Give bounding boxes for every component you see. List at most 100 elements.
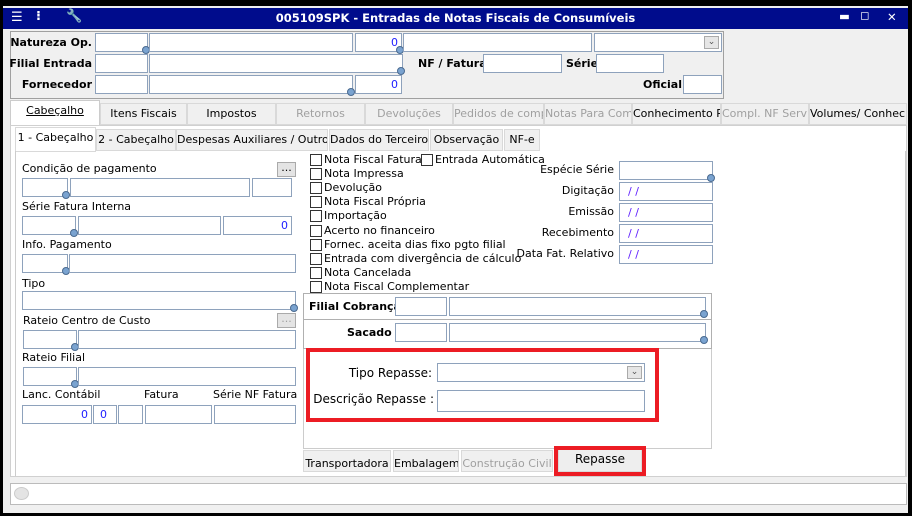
condicao-code-input[interactable] [22, 178, 70, 199]
fornecedor-desc-input[interactable] [149, 75, 355, 96]
descricao-repasse-input[interactable] [437, 390, 645, 412]
fatura-input[interactable] [145, 405, 212, 424]
checkbox[interactable] [310, 210, 322, 223]
tab-compl-nf[interactable]: Compl. NF Serviço [721, 103, 809, 125]
checkbox-label: Nota Cancelada [324, 265, 412, 279]
condicao-extra-input[interactable] [252, 178, 292, 197]
lanc-contabil-input-1[interactable]: 0 [22, 405, 92, 424]
tab-conhecimento[interactable]: Conhecimento Re [632, 103, 721, 125]
filial-cobranca-desc-input[interactable] [449, 297, 708, 318]
tab-retornos[interactable]: Retornos [276, 103, 365, 125]
rateio-filial-label: Rateio Filial [22, 351, 85, 364]
serie-input[interactable] [596, 54, 664, 73]
lanc-contabil-input-2[interactable]: 0 [93, 405, 117, 424]
natureza-select[interactable]: ⌄ [594, 33, 722, 52]
condicao-browse-button[interactable]: ... [277, 162, 296, 177]
checkbox[interactable] [310, 252, 322, 265]
tab-impostos[interactable]: Impostos [187, 103, 276, 125]
data-fat-input[interactable]: / / [619, 245, 713, 264]
filial-code-input[interactable] [95, 54, 148, 73]
checkbox[interactable] [310, 238, 322, 251]
sacado-code-input[interactable] [395, 323, 447, 342]
entrada-automatica-checkbox[interactable] [421, 154, 433, 166]
serie-fatura-num-input[interactable]: 0 [223, 216, 292, 235]
checkbox[interactable] [310, 154, 322, 166]
fornecedor-num-input[interactable]: 0 [355, 75, 402, 94]
rateio-filial-code-input[interactable] [23, 367, 79, 388]
divider [303, 319, 712, 320]
subtab-dados-terceiro[interactable]: Dados do Terceiro [329, 129, 429, 151]
filial-cobranca-code-input[interactable] [395, 297, 447, 316]
tab-embalagem[interactable]: Embalagem [393, 450, 459, 472]
recebimento-input[interactable]: / / [619, 224, 713, 243]
natureza-label: Natureza Op. [10, 36, 92, 49]
subtab-observacao[interactable]: Observação [430, 129, 503, 151]
natureza-num-input[interactable]: 0 [355, 33, 404, 54]
subtab-nfe[interactable]: NF-e [504, 129, 540, 151]
especie-input[interactable] [619, 161, 715, 182]
checkbox-label: Devolução [324, 181, 383, 195]
nf-input[interactable] [483, 54, 562, 73]
tab-devolucoes[interactable]: Devoluções [365, 103, 453, 125]
rateio-cc-code-input[interactable] [23, 330, 79, 351]
checkbox[interactable] [310, 182, 322, 195]
subtab-despesas[interactable]: Despesas Auxiliares / Outros [176, 129, 328, 151]
chevron-down-icon[interactable]: ⌄ [627, 366, 642, 379]
maximize-icon[interactable]: ◻ [860, 8, 870, 22]
close-icon[interactable]: ✕ [887, 10, 897, 24]
tab-cabecalho[interactable]: Cabeçalho [10, 100, 100, 126]
filial-cobranca-label: Filial Cobrança [309, 300, 401, 313]
serie-fatura-code-input[interactable] [22, 216, 78, 237]
recebimento-label: Recebimento [541, 226, 614, 239]
especie-label: Espécie Série [540, 163, 614, 176]
tab-volumes[interactable]: Volumes/ Conhecim [809, 103, 907, 125]
tab-pedidos[interactable]: Pedidos de compr [453, 103, 544, 125]
chevron-down-icon[interactable]: ⌄ [704, 36, 719, 49]
tipo-repasse-label: Tipo Repasse: [348, 366, 432, 380]
rateio-cc-browse-button[interactable]: ... [277, 313, 296, 328]
serie-nf-fatura-input[interactable] [214, 405, 296, 424]
minimize-icon[interactable]: ▬ [839, 9, 850, 23]
checkbox[interactable] [310, 168, 322, 181]
lanc-contabil-input-3[interactable] [118, 405, 143, 424]
sacado-desc-input[interactable] [449, 323, 708, 344]
serie-fatura-label: Série Fatura Interna [22, 200, 132, 213]
natureza-code-input[interactable] [95, 33, 150, 54]
tab-construcao-civil[interactable]: Construção Civil [461, 450, 553, 472]
digitacao-input[interactable]: / / [619, 182, 713, 201]
checkbox-label: Nota Fiscal Complementar [324, 279, 470, 293]
info-pagamento-code-input[interactable] [22, 254, 70, 275]
serie-fatura-desc-input[interactable] [78, 216, 221, 235]
checkbox[interactable] [310, 266, 322, 279]
checkbox-label: Fornec. aceita dias fixo pgto filial [324, 237, 506, 251]
data-fat-label: Data Fat. Relativo [516, 247, 614, 260]
emissao-input[interactable]: / / [619, 203, 713, 222]
filial-desc-input[interactable] [149, 54, 405, 75]
oficial-input[interactable] [683, 75, 722, 94]
natureza-extra-input[interactable] [403, 33, 592, 52]
tab-transportadora[interactable]: Transportadora [303, 450, 391, 472]
filial-label: Filial Entrada [9, 57, 92, 70]
condicao-desc-input[interactable] [70, 178, 250, 197]
tab-itens-fiscais[interactable]: Itens Fiscais [100, 103, 187, 125]
tipo-label: Tipo [22, 277, 46, 290]
serie-nf-fatura-label: Série NF Fatura [213, 388, 298, 401]
checkbox[interactable] [310, 224, 322, 237]
fornecedor-code-input[interactable] [95, 75, 148, 94]
tab-notas-comp[interactable]: Notas Para Comp [544, 103, 632, 125]
subtab-cabecalho-2[interactable]: 2 - Cabeçalho [96, 129, 176, 151]
sacado-label: Sacado [347, 326, 392, 339]
tipo-repasse-select[interactable]: ⌄ [437, 363, 645, 382]
checkbox[interactable] [310, 196, 322, 209]
subtab-cabecalho-1[interactable]: 1 - Cabeçalho [15, 127, 96, 152]
checkbox-label: Importação [324, 209, 387, 223]
entrada-automatica-label: Entrada Automática [435, 153, 545, 166]
rateio-filial-desc-input[interactable] [78, 367, 296, 386]
status-bar [10, 483, 907, 505]
info-pagamento-desc-input[interactable] [69, 254, 296, 273]
status-indicator-icon [14, 487, 29, 500]
rateio-cc-desc-input[interactable] [78, 330, 296, 349]
checkbox[interactable] [310, 280, 322, 293]
tipo-input[interactable] [22, 291, 298, 312]
natureza-desc-input[interactable] [149, 33, 353, 52]
